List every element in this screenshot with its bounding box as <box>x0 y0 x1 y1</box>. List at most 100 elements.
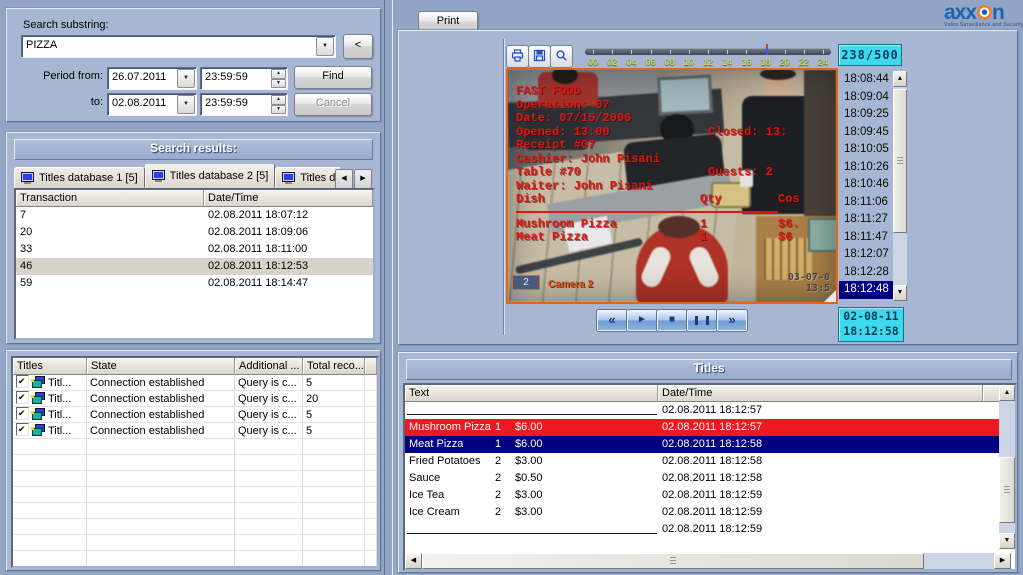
timestamp-item[interactable]: 18:09:04 <box>839 89 893 107</box>
player-print-button[interactable] <box>506 45 529 68</box>
table-row[interactable]: 3302.08.2011 18:11:00 <box>16 241 373 258</box>
find-button[interactable]: Find <box>294 66 372 89</box>
tab-scroll-left-icon[interactable]: ◀ <box>335 169 353 189</box>
tab-scroll-right-icon[interactable]: ▶ <box>354 169 372 189</box>
table-row[interactable]: Meat Pizza1$6.0002.08.2011 18:12:58 <box>405 436 1015 453</box>
titles-scroll-down-icon[interactable]: ▼ <box>999 533 1015 549</box>
pause-button[interactable] <box>687 310 717 331</box>
from-time-field[interactable]: 23:59:59 ▲▼ <box>200 67 288 90</box>
save-frame-button[interactable] <box>528 45 551 68</box>
timeline-marker[interactable] <box>766 48 768 55</box>
item-price: $0.50 <box>515 470 543 487</box>
timestamp-item[interactable]: 18:11:06 <box>839 194 893 212</box>
timestamp-item[interactable]: 18:12:48 <box>839 281 893 299</box>
stop-button[interactable]: ■ <box>657 310 687 331</box>
collapse-button[interactable]: < <box>343 34 373 59</box>
table-row[interactable]: Titl...Connection establishedQuery is c.… <box>13 423 377 439</box>
databases-body: Titl...Connection establishedQuery is c.… <box>13 375 377 567</box>
checkbox-checked[interactable] <box>16 423 29 436</box>
tab-titles-database-3[interactable]: Titles dat. <box>275 167 340 188</box>
total-col-header[interactable]: Total reco... <box>303 358 365 375</box>
table-row[interactable]: 702.08.2011 18:07:12 <box>16 207 373 224</box>
to-date-field[interactable]: 02.08.2011 ▼ <box>107 93 197 116</box>
from-time-down-icon[interactable]: ▼ <box>271 79 286 89</box>
timestamp-item[interactable]: 18:12:07 <box>839 246 893 264</box>
rewind-button[interactable]: « <box>597 310 627 331</box>
table-row[interactable]: Mushroom Pizza1$6.0002.08.2011 18:12:57 <box>405 419 1015 436</box>
table-row[interactable]: 5902.08.2011 18:14:47 <box>16 275 373 292</box>
state-col-header[interactable]: State <box>87 358 235 375</box>
timestamps-scrollbar[interactable]: ▲ ▼ <box>893 71 907 301</box>
text-cell: Meat Pizza1$6.00 <box>405 436 658 453</box>
fast-forward-button[interactable]: » <box>717 310 747 331</box>
table-row[interactable]: Titl...Connection establishedQuery is c.… <box>13 407 377 423</box>
state-cell: Connection established <box>87 423 235 439</box>
transactions-col-header[interactable]: Transaction <box>16 190 204 207</box>
titles-cell: Titl... <box>13 407 87 423</box>
timestamp-item[interactable]: 18:11:47 <box>839 229 893 247</box>
to-time-up-icon[interactable]: ▲ <box>271 95 286 105</box>
search-substring-label: Search substring: <box>23 19 109 31</box>
titles-col-header[interactable]: Titles <box>13 358 87 375</box>
tab-titles-database-1[interactable]: Titles database 1 [5] <box>14 167 145 188</box>
titles-scroll-up-icon[interactable]: ▲ <box>999 385 1015 401</box>
from-date-dropdown-icon[interactable]: ▼ <box>177 69 195 88</box>
titles-vscroll-thumb[interactable] <box>999 457 1015 523</box>
to-time-down-icon[interactable]: ▼ <box>271 105 286 115</box>
timestamp-item[interactable]: 18:08:44 <box>839 71 893 89</box>
checkbox-checked[interactable] <box>16 391 29 404</box>
timestamp-item[interactable]: 18:10:26 <box>839 159 893 177</box>
osd-separator <box>516 211 778 213</box>
timestamp-item[interactable]: 18:11:27 <box>839 211 893 229</box>
titles-scroll-left-icon[interactable]: ◀ <box>405 553 422 569</box>
transactions-table: Transaction Date/Time 702.08.2011 18:07:… <box>14 188 375 340</box>
timestamp-item[interactable]: 18:13:08 <box>839 299 893 302</box>
scroll-down-icon[interactable]: ▼ <box>893 285 907 301</box>
table-row[interactable]: Titl...Connection establishedQuery is c.… <box>13 375 377 391</box>
table-row[interactable]: 02.08.2011 18:12:57 <box>405 402 1015 419</box>
datetime-col-header[interactable]: Date/Time <box>204 190 373 207</box>
video-frame[interactable]: FAST FOOD Operation: 07 Date: 07/15/2006… <box>506 68 838 304</box>
checkbox-checked[interactable] <box>16 375 29 388</box>
timeline-tick <box>746 50 747 54</box>
scrollbar-thumb[interactable] <box>893 89 907 233</box>
search-input[interactable]: PIZZA ▼ <box>21 35 336 58</box>
titles-hscroll-thumb[interactable] <box>422 553 924 569</box>
titles-vscrollbar[interactable]: ▲ ▼ <box>999 385 1015 549</box>
table-row[interactable]: 2002.08.2011 18:09:06 <box>16 224 373 241</box>
zoom-frame-button[interactable] <box>550 45 573 68</box>
titles-hscrollbar[interactable]: ◀ ▶ <box>405 553 1011 569</box>
state-cell: Connection established <box>87 407 235 423</box>
transaction-cell: 7 <box>16 207 204 224</box>
timestamp-item[interactable]: 18:12:28 <box>839 264 893 282</box>
table-row[interactable]: Sauce2$0.5002.08.2011 18:12:58 <box>405 470 1015 487</box>
timestamp-item[interactable]: 18:09:25 <box>839 106 893 124</box>
table-row[interactable]: Ice Cream2$3.0002.08.2011 18:12:59 <box>405 504 1015 521</box>
table-row[interactable]: Ice Tea2$3.0002.08.2011 18:12:59 <box>405 487 1015 504</box>
search-dropdown-icon[interactable]: ▼ <box>316 37 334 56</box>
play-button[interactable]: ► <box>627 310 657 331</box>
checkbox-checked[interactable] <box>16 407 29 420</box>
timestamp-item[interactable]: 18:10:46 <box>839 176 893 194</box>
table-row[interactable]: Fried Potatoes2$3.0002.08.2011 18:12:58 <box>405 453 1015 470</box>
table-row[interactable]: 02.08.2011 18:12:59 <box>405 521 1015 538</box>
resize-grip-icon[interactable] <box>824 290 836 302</box>
timeline-scale[interactable]: 00020406081012141618202224 <box>585 47 831 69</box>
from-date-field[interactable]: 26.07.2011 ▼ <box>107 67 197 90</box>
titles-datetime-col-header[interactable]: Date/Time <box>658 385 983 402</box>
additional-col-header[interactable]: Additional ... <box>235 358 303 375</box>
titles-scroll-right-icon[interactable]: ▶ <box>994 553 1011 569</box>
to-time-field[interactable]: 23:59:59 ▲▼ <box>200 93 288 116</box>
timestamp-item[interactable]: 18:09:45 <box>839 124 893 142</box>
text-col-header[interactable]: Text <box>405 385 658 402</box>
scroll-up-icon[interactable]: ▲ <box>893 71 907 87</box>
to-date-dropdown-icon[interactable]: ▼ <box>177 95 195 114</box>
tab-titles-database-2[interactable]: Titles database 2 [5] <box>145 164 276 188</box>
timestamp-item[interactable]: 18:10:05 <box>839 141 893 159</box>
osd-line-4: Opened: 13:00Closed: 13: <box>516 125 610 139</box>
table-row[interactable]: Titl...Connection establishedQuery is c.… <box>13 391 377 407</box>
table-row[interactable]: 4602.08.2011 18:12:53 <box>16 258 373 275</box>
from-time-up-icon[interactable]: ▲ <box>271 69 286 79</box>
cancel-button[interactable]: Cancel <box>294 93 372 116</box>
osd-item-name: Meat Pizza <box>516 230 588 244</box>
